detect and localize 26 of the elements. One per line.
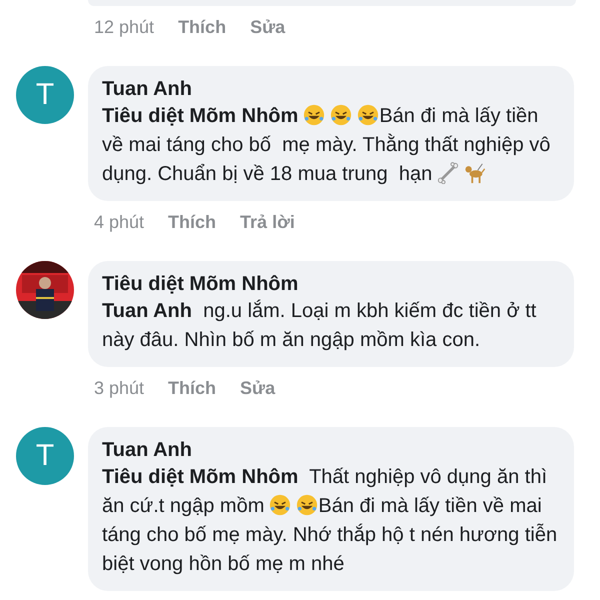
comment-text: Tiêu diệt Mõm Nhôm Thất nghiệp vô dụng ăn thì ăn cứ.t ngập mồm Bán đi mà lấy tiền về mai táng cho bố mẹ mày. Nhớ thắp hộ t nén hương tiễn biệt vong hồn bố mẹ m nhé	[102, 465, 558, 577]
comment-author[interactable]: Tuan Anh	[102, 76, 560, 102]
comment-time: 3 phút	[94, 378, 144, 398]
comment-author[interactable]: Tiêu diệt Mõm Nhôm	[102, 271, 560, 297]
comment-time: 4 phút	[94, 212, 144, 232]
comment-action-link[interactable]: Thích	[168, 378, 216, 398]
dog-icon	[464, 162, 486, 184]
laughing-face-icon	[303, 104, 326, 126]
comment-action-link[interactable]: Thích	[178, 16, 226, 38]
laughing-face-icon	[330, 104, 352, 126]
comment-action-link[interactable]: Thích	[168, 212, 216, 232]
comment-action-link[interactable]: Sửa	[240, 378, 276, 398]
comment-action-link[interactable]: Sửa	[250, 16, 286, 38]
avatar[interactable]: T	[16, 66, 74, 124]
comment-text: Tiêu diệt Mõm Nhôm Bán đi mà lấy tiền về mai táng cho bố mẹ mày. Thằng thất nghiệp vô dụng. Chuẩn bị về 18 mua trung hạn	[102, 103, 552, 187]
comment-author[interactable]: Tuan Anh	[102, 437, 560, 463]
avatar[interactable]: T	[16, 427, 74, 485]
laughing-face-icon	[296, 494, 318, 516]
comment-action-link[interactable]: Trả lời	[240, 212, 295, 232]
comment-time: 12 phút	[94, 16, 154, 38]
laughing-face-icon	[269, 494, 292, 516]
avatar-letter: T	[36, 78, 54, 112]
comment-text: Tuan Anh ng.u lắm. Loại m kbh kiếm đc tiền ở tt này đâu. Nhìn bố m ăn ngập mồm kìa con.	[102, 298, 538, 353]
laughing-face-icon	[357, 104, 380, 126]
avatar-letter: T	[36, 439, 54, 473]
bone-icon	[437, 162, 460, 184]
